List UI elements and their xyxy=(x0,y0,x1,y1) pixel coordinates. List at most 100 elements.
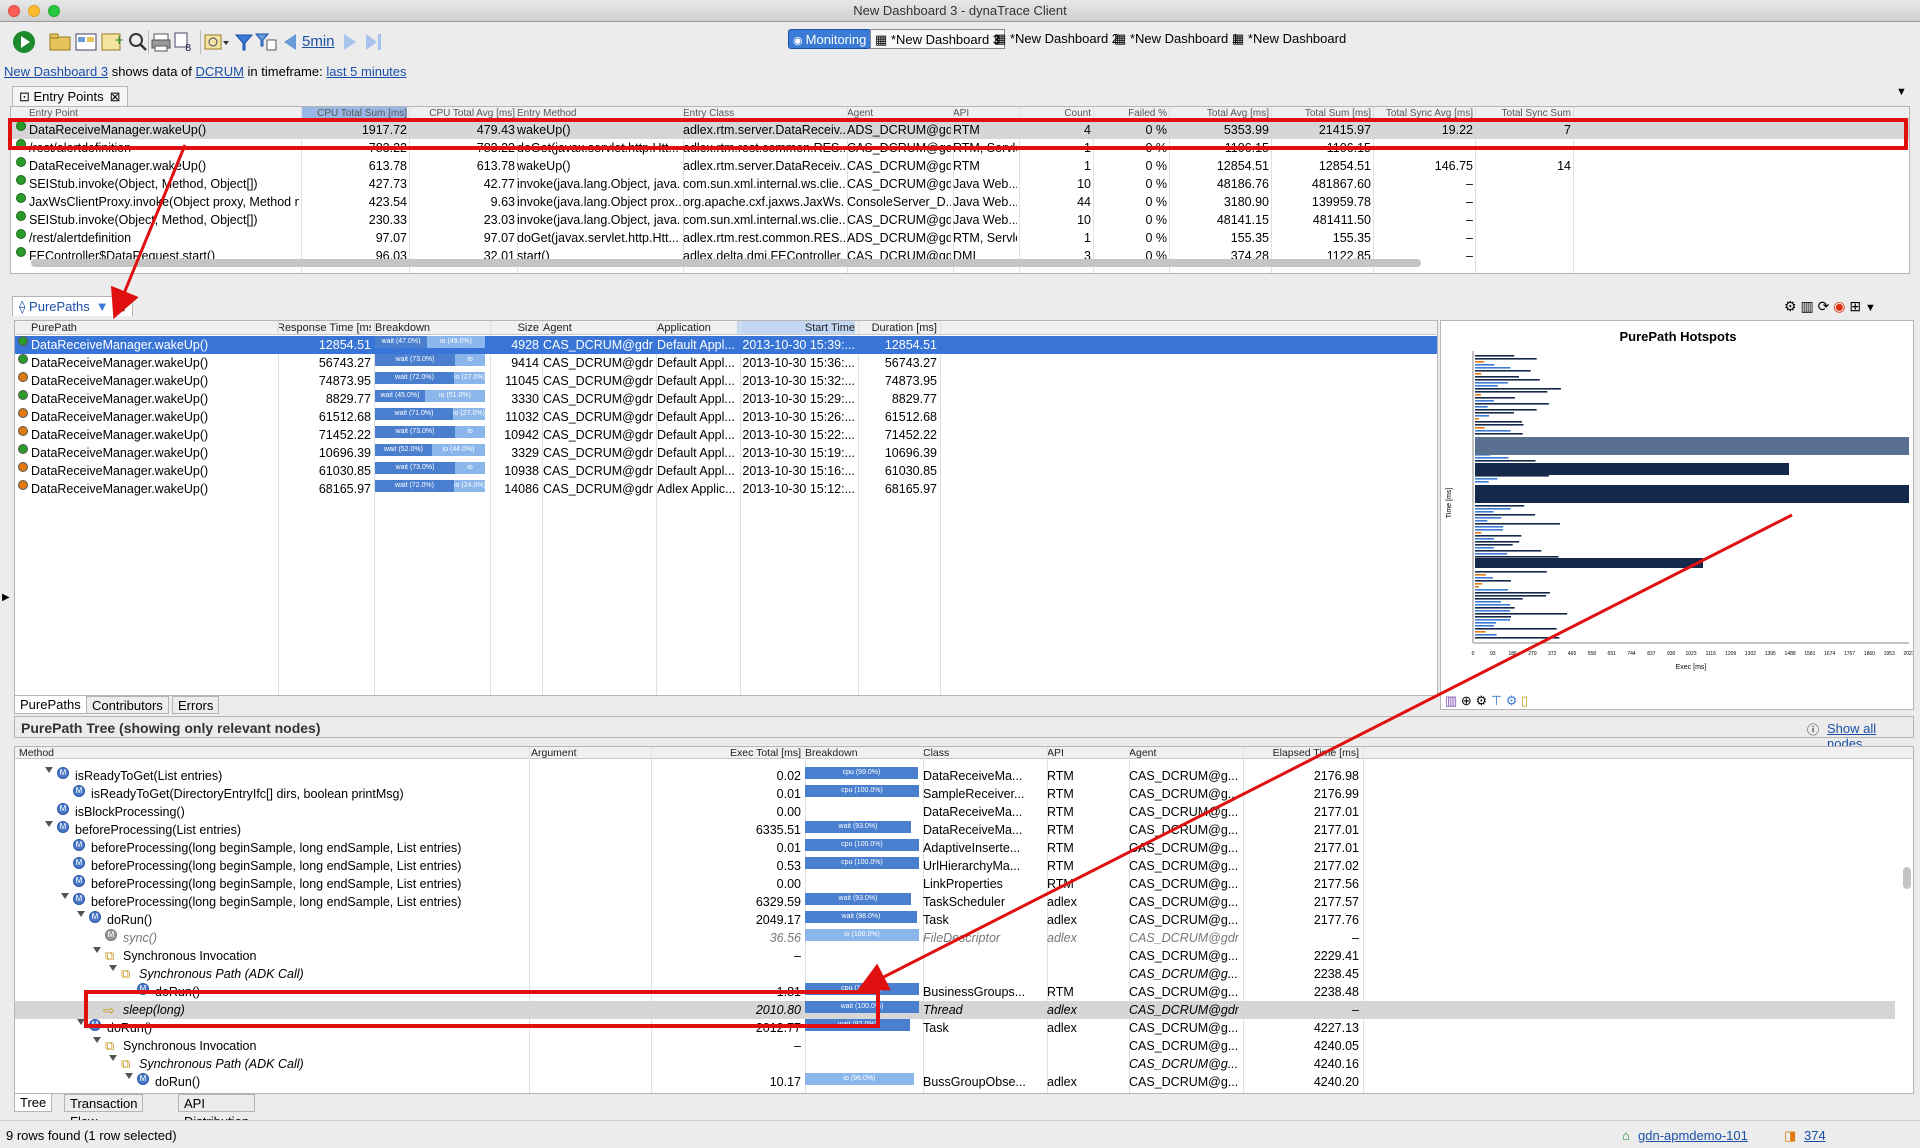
tree-node[interactable]: ⧉ Synchronous Path (ADK Call) CAS_DCRUM@g.… xyxy=(15,1055,1895,1073)
column-header[interactable]: Agent xyxy=(1129,747,1239,758)
tree-node[interactable]: ⧉ Synchronous Path (ADK Call) CAS_DCRUM@g.… xyxy=(15,965,1895,983)
subtab-contributors[interactable]: Contributors xyxy=(86,696,169,714)
refresh-icon[interactable]: ⟳ xyxy=(1818,298,1830,314)
hotspot-icon[interactable]: ⚙ xyxy=(1784,298,1797,314)
dashboard-tab-3[interactable]: ▦ *New Dashboard 3 xyxy=(870,29,1006,49)
source-link[interactable]: DCRUM xyxy=(196,64,244,79)
tree-icon[interactable]: ⊤ xyxy=(1491,693,1502,708)
search-icon[interactable] xyxy=(126,30,150,54)
tree-node[interactable]: MbeforeProcessing(long beginSample, long… xyxy=(15,857,1895,875)
expand-toggle-icon[interactable] xyxy=(93,947,101,953)
server-link[interactable]: gdn-apmdemo-101 xyxy=(1638,1128,1748,1143)
table-row[interactable]: DataReceiveManager.wakeUp() 68165.97 14086… xyxy=(15,480,1437,498)
column-header[interactable]: Argument xyxy=(531,747,647,758)
bar-chart-icon[interactable]: ▥ xyxy=(1445,693,1457,708)
tree-node[interactable]: MisBlockProcessing() 0.00 DataReceiveMa...… xyxy=(15,803,1895,821)
column-header[interactable]: Duration [ms] xyxy=(859,321,937,334)
record-icon[interactable]: ◉ xyxy=(1833,298,1845,314)
subtab-tree[interactable]: Tree xyxy=(14,1094,53,1112)
table-row[interactable]: DataReceiveManager.wakeUp() 71452.22 10942… xyxy=(15,426,1437,444)
expand-toggle-icon[interactable] xyxy=(61,893,69,899)
column-header[interactable]: PurePath xyxy=(31,321,275,334)
subtab-purepaths[interactable]: PurePaths xyxy=(14,696,87,714)
table-row[interactable]: DataReceiveManager.wakeUp() 74873.95 11045… xyxy=(15,372,1437,390)
dashboard-link[interactable]: New Dashboard 3 xyxy=(4,64,108,79)
skip-end-icon[interactable] xyxy=(362,30,386,54)
chevron-down-icon[interactable]: ▼ xyxy=(1865,302,1876,314)
settings-icon[interactable]: ⚙ xyxy=(1506,693,1518,708)
table-row[interactable]: DataReceiveManager.wakeUp() 61512.68 11032… xyxy=(15,408,1437,426)
dashboard-tab-2[interactable]: ▦ *New Dashboard 2 xyxy=(990,29,1123,49)
close-window-button[interactable] xyxy=(8,5,20,17)
expand-toggle-icon[interactable] xyxy=(93,1037,101,1043)
tree-node[interactable]: MbeforeProcessing(long beginSample, long… xyxy=(15,875,1895,893)
new-dashboard-icon[interactable]: + xyxy=(100,30,124,54)
drilldown-icon[interactable]: ⚙ xyxy=(1475,693,1487,708)
expand-toggle-icon[interactable] xyxy=(109,1055,117,1061)
minimize-window-button[interactable] xyxy=(28,5,40,17)
column-header[interactable]: Class xyxy=(923,747,1043,758)
tree-node[interactable]: ⧉ Synchronous Invocation – CAS_DCRUM@g... 42… xyxy=(15,1037,1895,1055)
table-row[interactable]: JaxWsClientProxy.invoke(Object proxy, Me… xyxy=(11,193,1909,211)
monitoring-tab[interactable]: ◉ Monitoring xyxy=(788,29,872,49)
timeframe-value-link[interactable]: last 5 minutes xyxy=(326,64,406,79)
expand-toggle-icon[interactable] xyxy=(109,965,117,971)
column-header[interactable]: Breakdown xyxy=(805,747,919,758)
vertical-scrollbar[interactable] xyxy=(1903,867,1911,889)
forward-arrow-icon[interactable] xyxy=(338,30,362,54)
column-header[interactable]: Application xyxy=(657,321,737,334)
tab-purepaths[interactable]: ⟠ PurePaths ▼ ⊠ xyxy=(12,296,133,316)
expand-toggle-icon[interactable] xyxy=(77,911,85,917)
expand-toggle-icon[interactable] xyxy=(125,1073,133,1079)
dashboard-tab-0[interactable]: ▦ *New Dashboard xyxy=(1228,29,1350,49)
columns-icon[interactable]: ▯ xyxy=(1521,693,1528,708)
tree-node[interactable]: MdoRun() 2049.17 wait (98.0%) Task adlex CAS_… xyxy=(15,911,1895,929)
column-header[interactable]: Response Time [ms] xyxy=(277,321,371,334)
column-header[interactable]: Elapsed Time [ms] xyxy=(1243,747,1359,758)
column-header[interactable]: Size xyxy=(491,321,539,334)
tree-node[interactable]: ⧉ Synchronous Invocation – CAS_DCRUM@g... 22… xyxy=(15,947,1895,965)
table-row[interactable]: DataReceiveManager.wakeUp() 10696.39 3329 C… xyxy=(15,444,1437,462)
column-header[interactable]: Breakdown xyxy=(375,321,487,334)
column-header[interactable]: Method xyxy=(19,747,525,758)
expand-sidebar-icon[interactable]: ▶ xyxy=(2,592,10,603)
column-header[interactable]: Start Time xyxy=(737,321,855,334)
table-row[interactable]: DataReceiveManager.wakeUp() 613.78 613.78 w… xyxy=(11,157,1909,175)
table-row[interactable]: DataReceiveManager.wakeUp() 8829.77 3330 CA… xyxy=(15,390,1437,408)
tree-node[interactable]: MbeforeProcessing(List entries) 6335.51 wa… xyxy=(15,821,1895,839)
dashboard-icon[interactable] xyxy=(74,30,98,54)
chevron-down-icon[interactable]: ▼ xyxy=(1896,86,1907,98)
back-arrow-icon[interactable] xyxy=(278,30,302,54)
incident-count-link[interactable]: 374 xyxy=(1804,1128,1826,1143)
tree-node[interactable]: MbeforeProcessing(long beginSample, long… xyxy=(15,893,1895,911)
table-row[interactable]: /rest/alertdefinition 97.07 97.07 doGet(jav… xyxy=(11,229,1909,247)
column-header[interactable]: API xyxy=(1047,747,1125,758)
tree-node[interactable]: Msync() 36.56 io (100.0%) FileDescriptor adl… xyxy=(15,929,1895,947)
filter-icon[interactable] xyxy=(232,30,256,54)
column-header[interactable]: Agent xyxy=(543,321,653,334)
zoom-window-button[interactable] xyxy=(48,5,60,17)
expand-toggle-icon[interactable] xyxy=(45,767,53,773)
tree-node[interactable]: MbeforeProcessing(long beginSample, long… xyxy=(15,839,1895,857)
table-row[interactable]: DataReceiveManager.wakeUp() 61030.85 10938… xyxy=(15,462,1437,480)
tree-node[interactable]: MisReadyToGet(List entries) 0.02 cpu (99.0… xyxy=(15,767,1895,785)
filter-list-icon[interactable] xyxy=(254,30,278,54)
subtab-errors[interactable]: Errors xyxy=(172,696,220,714)
subtab-api-distribution[interactable]: API Distribution xyxy=(178,1094,256,1129)
close-icon[interactable]: ⊠ xyxy=(110,89,121,104)
tab-entry-points[interactable]: ⊡ Entry Points ⊠ xyxy=(12,86,128,106)
column-header[interactable]: Exec Total [ms] xyxy=(651,747,801,758)
table-row[interactable]: DataReceiveManager.wakeUp() 12854.51 4928 C… xyxy=(15,336,1437,354)
tree-node[interactable]: MisReadyToGet(DirectoryEntryIfc[] dirs, … xyxy=(15,785,1895,803)
report-icon[interactable]: 8 xyxy=(172,30,196,54)
timeframe-icon[interactable] xyxy=(200,30,230,54)
zoom-icon[interactable]: ⊕ xyxy=(1461,693,1472,708)
table-row[interactable]: DataReceiveManager.wakeUp() 56743.27 9414 C… xyxy=(15,354,1437,372)
close-icon[interactable]: ⊠ xyxy=(115,299,126,314)
timeframe-link[interactable]: 5min xyxy=(302,33,335,50)
play-icon[interactable] xyxy=(12,30,36,54)
expand-toggle-icon[interactable] xyxy=(45,821,53,827)
bar-chart-icon[interactable]: ▥ xyxy=(1800,298,1813,314)
filter-icon[interactable]: ▼ xyxy=(96,299,109,314)
dashboard-tab-1[interactable]: ▦ *New Dashboard 1 xyxy=(1110,29,1243,49)
